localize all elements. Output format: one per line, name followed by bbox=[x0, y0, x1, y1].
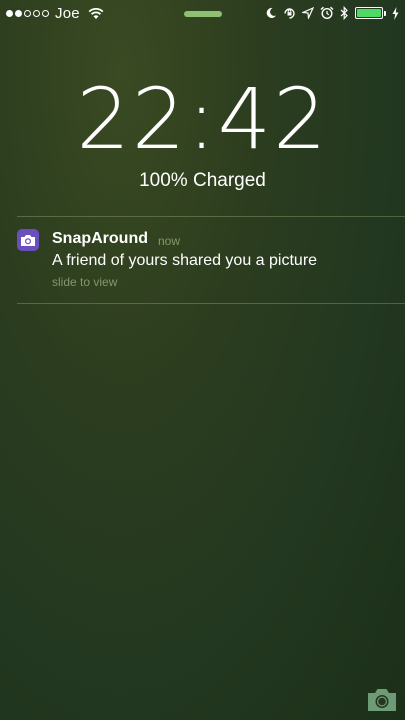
charge-status: 100% Charged bbox=[139, 170, 266, 191]
bluetooth-icon bbox=[340, 6, 348, 20]
battery-icon bbox=[355, 7, 386, 19]
notification-card[interactable]: SnapAround now A friend of yours shared … bbox=[0, 217, 405, 303]
lock-screen-clock: 22:42 bbox=[0, 70, 405, 168]
battery-cap bbox=[384, 10, 386, 16]
signal-dot-filled bbox=[6, 9, 13, 17]
camera-icon bbox=[21, 234, 35, 246]
signal-dot-empty bbox=[42, 9, 49, 17]
location-arrow-icon bbox=[302, 7, 314, 19]
carrier-name: Joe bbox=[55, 4, 80, 22]
notification-message: A friend of yours shared you a picture bbox=[52, 252, 318, 269]
signal-and-carrier: Joe bbox=[6, 4, 105, 22]
notification-time: now bbox=[158, 234, 181, 248]
alarm-icon bbox=[320, 6, 334, 20]
notification-bottom-divider bbox=[17, 303, 405, 304]
wifi-icon bbox=[88, 7, 104, 19]
clock-time: 22:42 bbox=[76, 70, 329, 168]
signal-dot-filled bbox=[15, 9, 22, 17]
signal-dot-empty bbox=[33, 9, 40, 17]
battery-fill bbox=[357, 9, 381, 17]
camera-icon[interactable] bbox=[366, 687, 398, 713]
battery-body bbox=[355, 7, 383, 19]
charging-bolt-icon bbox=[392, 6, 399, 20]
rotation-lock-icon bbox=[284, 7, 295, 19]
notification-center-grabber[interactable] bbox=[184, 11, 222, 17]
status-bar: Joe bbox=[0, 0, 405, 26]
status-icons bbox=[259, 4, 399, 22]
signal-dot-empty bbox=[24, 9, 31, 17]
slide-to-view-hint[interactable]: slide to view bbox=[52, 275, 117, 289]
notification-app-name: SnapAround bbox=[52, 230, 148, 247]
app-icon bbox=[17, 229, 39, 251]
moon-icon bbox=[266, 7, 276, 18]
